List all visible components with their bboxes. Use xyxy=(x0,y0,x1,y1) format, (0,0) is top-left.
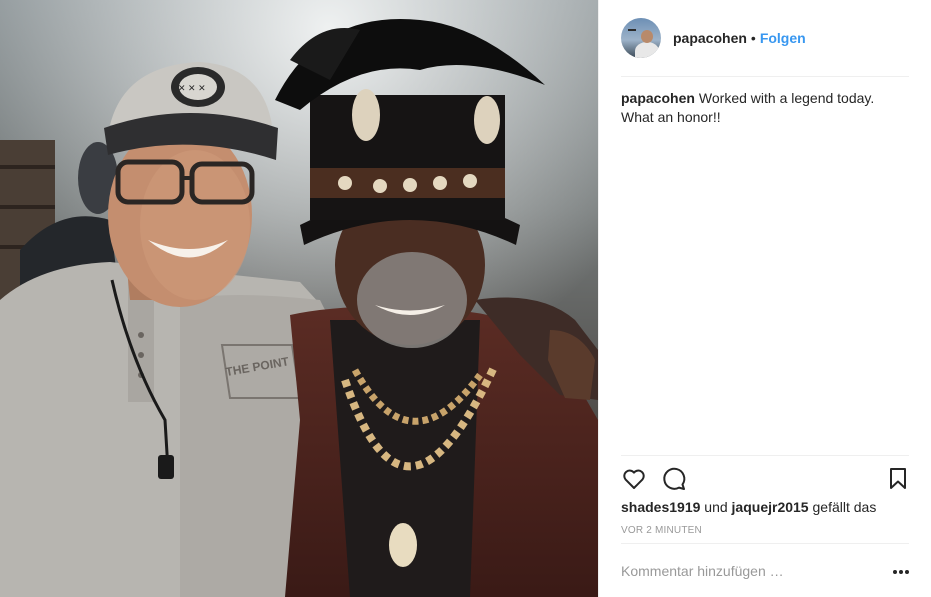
post-caption: papacohen Worked with a legend today. Wha… xyxy=(621,89,891,127)
actions-divider xyxy=(621,455,909,456)
author-username[interactable]: papacohen xyxy=(673,30,747,46)
avatar[interactable] xyxy=(621,18,661,58)
liker-1[interactable]: shades1919 xyxy=(621,499,700,515)
speech-bubble-icon[interactable] xyxy=(661,466,687,492)
bookmark-outline-icon[interactable] xyxy=(885,466,911,492)
avatar-shoulder xyxy=(635,42,659,58)
comment-input[interactable] xyxy=(621,560,871,582)
likes-suffix: gefällt das xyxy=(812,499,877,515)
post-timestamp[interactable]: VOR 2 MINUTEN xyxy=(621,525,702,536)
comment-divider xyxy=(621,543,909,544)
likes-joiner: und xyxy=(704,499,728,515)
liker-2[interactable]: jaquejr2015 xyxy=(732,499,809,515)
svg-text:✕ ✕ ✕: ✕ ✕ ✕ xyxy=(178,83,206,93)
separator-dot: • xyxy=(750,30,756,46)
avatar-photo xyxy=(628,29,636,31)
likes-line: shades1919 und jaquejr2015 gefällt das xyxy=(621,499,876,515)
post-photo[interactable]: ✕ ✕ ✕ THE POINT xyxy=(0,0,598,597)
photo-illustration: ✕ ✕ ✕ THE POINT xyxy=(0,0,598,597)
follow-button[interactable]: Folgen xyxy=(760,30,806,46)
post-header: papacohen • Folgen xyxy=(621,16,911,60)
avatar-head xyxy=(641,30,653,43)
more-dot xyxy=(899,570,903,574)
more-options-icon[interactable] xyxy=(890,562,912,582)
more-dot xyxy=(893,570,897,574)
action-bar xyxy=(621,466,911,492)
heart-outline-icon[interactable] xyxy=(621,466,647,492)
instagram-post: ✕ ✕ ✕ THE POINT papacohen • Folgen papac… xyxy=(0,0,931,597)
header-divider xyxy=(621,76,909,77)
more-dot xyxy=(905,570,909,574)
post-side-panel: papacohen • Folgen papacohen Worked with … xyxy=(598,0,931,597)
caption-username[interactable]: papacohen xyxy=(621,90,695,106)
